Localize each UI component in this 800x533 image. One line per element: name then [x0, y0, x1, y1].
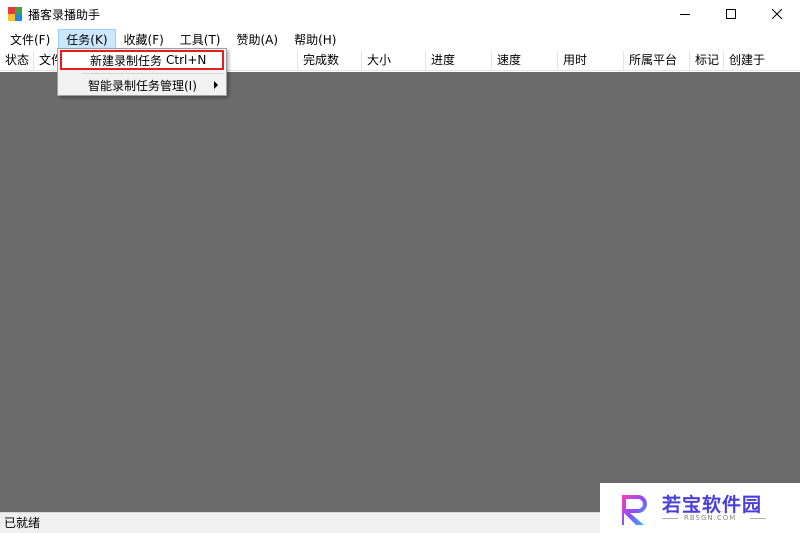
- maximize-icon: [726, 9, 736, 19]
- menu-sponsor[interactable]: 赞助(A): [229, 29, 287, 49]
- menu-favorites[interactable]: 收藏(F): [116, 29, 172, 49]
- new-recording-task-shortcut: Ctrl+N: [166, 53, 207, 67]
- column-header-progress[interactable]: 进度: [426, 51, 492, 71]
- task-menu-dropdown: 新建录制任务 Ctrl+N 智能录制任务管理(I): [57, 48, 227, 96]
- close-icon: [772, 9, 782, 19]
- column-header-status[interactable]: 状态: [0, 51, 34, 71]
- submenu-arrow-icon: [214, 81, 218, 89]
- new-recording-task-label: 新建录制任务: [90, 53, 163, 68]
- watermark-divider-right: [750, 518, 766, 519]
- watermark-site: RBSGN.COM: [684, 514, 737, 522]
- column-header-size[interactable]: 大小: [362, 51, 426, 71]
- menu-separator: [82, 73, 224, 74]
- smart-task-manager-label: 智能录制任务管理(I): [88, 78, 197, 93]
- task-list-area[interactable]: [0, 72, 800, 512]
- column-header-elapsed[interactable]: 用时: [558, 51, 624, 71]
- new-recording-task-item[interactable]: 新建录制任务 Ctrl+N: [60, 50, 224, 70]
- watermark: 若宝软件园 RBSGN.COM: [600, 483, 800, 533]
- menu-tools[interactable]: 工具(T): [172, 29, 229, 49]
- menu-bar: 文件(F) 任务(K) 收藏(F) 工具(T) 赞助(A) 帮助(H): [0, 28, 800, 50]
- menu-task[interactable]: 任务(K): [58, 29, 116, 49]
- watermark-logo-icon: [622, 495, 647, 525]
- app-logo-icon: [8, 7, 22, 21]
- menu-file[interactable]: 文件(F): [2, 29, 58, 49]
- minimize-button[interactable]: [662, 0, 708, 28]
- title-bar: 播客录播助手: [0, 0, 800, 28]
- column-header-completed[interactable]: 完成数: [298, 51, 362, 71]
- menu-help[interactable]: 帮助(H): [286, 29, 344, 49]
- minimize-icon: [680, 14, 690, 15]
- column-header-platform[interactable]: 所属平台: [624, 51, 690, 71]
- column-header-speed[interactable]: 速度: [492, 51, 558, 71]
- watermark-divider-left: [662, 518, 678, 519]
- window-title: 播客录播助手: [28, 7, 101, 22]
- column-header-mark[interactable]: 标记: [690, 51, 724, 71]
- window-controls: [662, 0, 800, 28]
- status-text: 已就绪: [4, 516, 41, 530]
- maximize-button[interactable]: [708, 0, 754, 28]
- smart-task-manager-item[interactable]: 智能录制任务管理(I): [60, 75, 224, 95]
- column-header-created[interactable]: 创建于: [724, 51, 800, 71]
- close-button[interactable]: [754, 0, 800, 28]
- watermark-brand: 若宝软件园: [662, 494, 763, 516]
